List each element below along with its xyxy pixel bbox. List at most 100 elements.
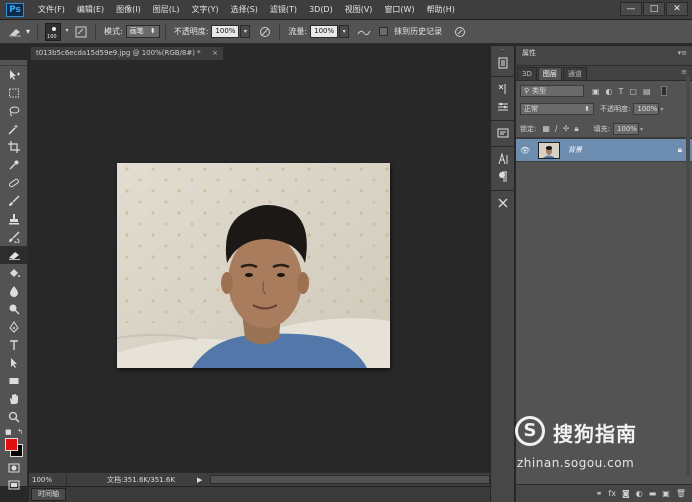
flow-input[interactable]: 100% bbox=[310, 25, 339, 38]
blur-tool-icon[interactable] bbox=[0, 282, 28, 300]
menu-image[interactable]: 图像(I) bbox=[110, 4, 147, 15]
info-panel-icon[interactable] bbox=[491, 124, 514, 142]
menu-edit[interactable]: 编辑(E) bbox=[71, 4, 110, 15]
hand-tool-icon[interactable] bbox=[0, 390, 28, 408]
close-document-icon[interactable]: × bbox=[212, 47, 218, 59]
horizontal-scrollbar[interactable] bbox=[210, 475, 490, 484]
properties-header-title[interactable]: 属性 bbox=[522, 48, 536, 58]
history-panel-icon[interactable] bbox=[491, 54, 514, 72]
new-group-icon[interactable]: ▬ bbox=[649, 489, 657, 498]
erase-history-checkbox[interactable] bbox=[379, 27, 389, 36]
tab-channels[interactable]: 通道 bbox=[562, 67, 587, 80]
menu-layer[interactable]: 图层(L) bbox=[147, 4, 186, 15]
adjustment-layer-icon[interactable]: ◐ bbox=[636, 489, 643, 498]
new-layer-icon[interactable]: ▣ bbox=[662, 489, 670, 498]
document-title: t013b5c6ecda15d59e9.jpg @ 100%(RGB/8#) * bbox=[36, 49, 201, 57]
move-tool-icon[interactable] bbox=[0, 66, 28, 84]
lock-icons[interactable]: ▦∕✢🔒︎ bbox=[542, 124, 583, 134]
eraser-tool-preset-icon[interactable] bbox=[6, 24, 24, 40]
character-panel-icon[interactable] bbox=[491, 150, 514, 168]
rectangle-tool-icon[interactable] bbox=[0, 372, 28, 390]
path-selection-tool-icon[interactable] bbox=[0, 354, 28, 372]
adjustments-panel-icon[interactable] bbox=[491, 80, 514, 98]
lasso-tool-icon[interactable] bbox=[0, 102, 28, 120]
marquee-tool-icon[interactable] bbox=[0, 84, 28, 102]
default-colors-icon[interactable]: ■ bbox=[5, 428, 12, 436]
eyedropper-tool-icon[interactable] bbox=[0, 156, 28, 174]
properties-panel-icon[interactable] bbox=[491, 98, 514, 116]
layer-filter-icons[interactable]: ▣◐T▢▤ bbox=[592, 87, 657, 96]
mode-select[interactable]: 画笔 ⬍ bbox=[125, 25, 160, 38]
menu-select[interactable]: 选择(S) bbox=[225, 4, 264, 15]
canvas-image[interactable] bbox=[117, 163, 390, 368]
menu-filter[interactable]: 滤镜(T) bbox=[264, 4, 303, 15]
paragraph-panel-icon[interactable] bbox=[491, 168, 514, 186]
document-tab[interactable]: t013b5c6ecda15d59e9.jpg @ 100%(RGB/8#) *… bbox=[30, 46, 224, 60]
brush-dropdown-icon[interactable]: ▾ bbox=[62, 25, 72, 38]
chevron-down-icon[interactable]: ▾ bbox=[640, 126, 643, 133]
airbrush-icon[interactable] bbox=[355, 24, 373, 40]
flow-slider-toggle[interactable]: ▾ bbox=[339, 25, 350, 38]
document-size-info: 文档:351.6K/351.6K bbox=[107, 475, 175, 484]
foreground-color-swatch[interactable] bbox=[5, 438, 18, 451]
delete-layer-icon[interactable]: 🗑︎ bbox=[676, 489, 686, 498]
layer-row-background[interactable]: 👁︎ 背景 🔒︎ bbox=[516, 138, 692, 162]
healing-brush-tool-icon[interactable] bbox=[0, 174, 28, 192]
swap-colors-icon[interactable]: ↰ bbox=[17, 428, 23, 436]
layer-opacity-input[interactable]: 100% bbox=[633, 103, 660, 115]
opacity-input[interactable]: 100% bbox=[211, 25, 240, 38]
timeline-tab[interactable]: 时间轴 bbox=[31, 488, 66, 501]
minimize-button[interactable]: — bbox=[620, 2, 642, 16]
menu-bar: Ps 文件(F) 编辑(E) 图像(I) 图层(L) 文字(Y) 选择(S) 滤… bbox=[0, 0, 692, 20]
clone-stamp-tool-icon[interactable] bbox=[0, 210, 28, 228]
menu-type[interactable]: 文字(Y) bbox=[185, 4, 224, 15]
brush-tool-icon[interactable] bbox=[0, 192, 28, 210]
chevron-down-icon[interactable]: ▾ bbox=[26, 27, 30, 36]
menu-window[interactable]: 窗口(W) bbox=[378, 4, 420, 15]
dock-grip-icon[interactable]: ·· bbox=[491, 46, 514, 54]
tab-layers[interactable]: 图层 bbox=[537, 67, 562, 80]
pen-tool-icon[interactable] bbox=[0, 318, 28, 336]
add-mask-icon[interactable]: ◙ bbox=[622, 489, 630, 498]
color-controls: ■ ↰ bbox=[0, 426, 28, 438]
pressure-size-icon[interactable] bbox=[451, 24, 469, 40]
dodge-tool-icon[interactable] bbox=[0, 300, 28, 318]
brush-panel-icon[interactable] bbox=[72, 24, 90, 40]
zoom-level[interactable]: 100% bbox=[32, 476, 66, 484]
filter-toggle-icon[interactable] bbox=[660, 86, 667, 96]
blend-mode-select[interactable]: 正常 ⬍ bbox=[520, 103, 594, 115]
history-brush-tool-icon[interactable] bbox=[0, 228, 28, 246]
fill-input[interactable]: 100% bbox=[612, 123, 639, 135]
visibility-eye-icon[interactable]: 👁︎ bbox=[520, 146, 534, 155]
status-menu-arrow-icon[interactable]: ▶ bbox=[197, 476, 202, 484]
paint-bucket-tool-icon[interactable] bbox=[0, 264, 28, 282]
watermark-brand: 搜狗指南 bbox=[553, 422, 637, 446]
restore-button[interactable]: □ bbox=[643, 2, 665, 16]
link-layers-icon[interactable]: ⚭ bbox=[596, 489, 603, 498]
brush-size-picker[interactable]: 100 bbox=[45, 22, 62, 41]
menu-3d[interactable]: 3D(D) bbox=[303, 5, 339, 14]
quick-mask-icon[interactable] bbox=[0, 459, 28, 477]
chevron-down-icon[interactable]: ▾ bbox=[660, 106, 663, 113]
layer-kind-filter[interactable]: ⚲ 类型 bbox=[520, 85, 584, 97]
menu-help[interactable]: 帮助(H) bbox=[421, 4, 461, 15]
eraser-tool-icon[interactable] bbox=[0, 246, 28, 264]
layer-style-icon[interactable]: fx bbox=[608, 489, 616, 498]
menu-view[interactable]: 视图(V) bbox=[339, 4, 379, 15]
menu-file[interactable]: 文件(F) bbox=[32, 4, 71, 15]
opacity-slider-toggle[interactable]: ▾ bbox=[240, 25, 251, 38]
sogou-watermark: S 搜狗指南 zhinan.sogou.com bbox=[513, 414, 683, 474]
crop-tool-icon[interactable] bbox=[0, 138, 28, 156]
screen-mode-icon[interactable] bbox=[0, 476, 28, 494]
layer-name: 背景 bbox=[568, 146, 582, 154]
zoom-tool-icon[interactable] bbox=[0, 408, 28, 426]
tool-presets-panel-icon[interactable] bbox=[491, 194, 514, 212]
layers-menu-icon[interactable]: ≡ bbox=[681, 68, 687, 76]
pressure-opacity-icon[interactable] bbox=[256, 24, 274, 40]
panel-menu-icon[interactable]: ▾≡ bbox=[678, 49, 687, 57]
tab-3d[interactable]: 3D bbox=[517, 67, 537, 80]
type-tool-icon[interactable] bbox=[0, 336, 28, 354]
close-button[interactable]: ✕ bbox=[666, 2, 688, 16]
panel-scroll-track[interactable] bbox=[686, 76, 690, 476]
magic-wand-tool-icon[interactable] bbox=[0, 120, 28, 138]
